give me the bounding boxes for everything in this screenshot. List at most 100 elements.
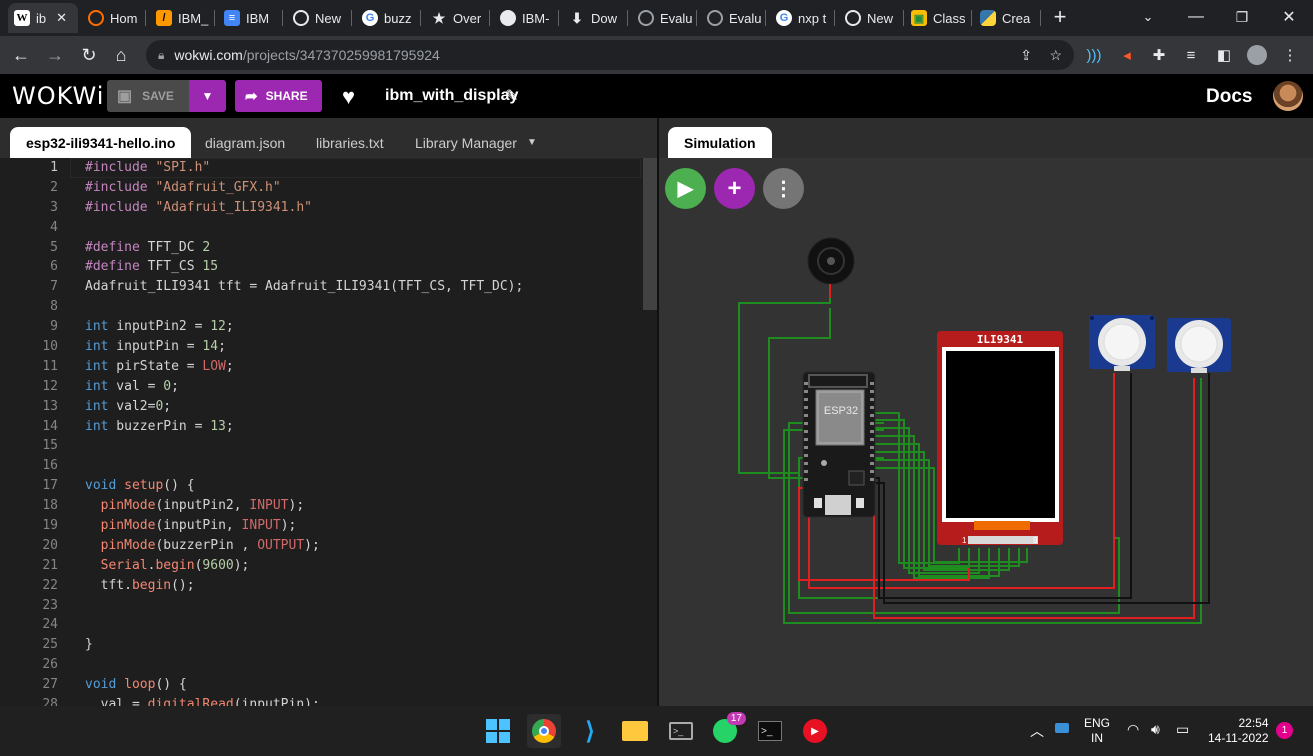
avatar[interactable] (1273, 81, 1303, 111)
battery-icon[interactable]: ▭ (1176, 721, 1189, 738)
esp32-board[interactable]: ESP32 (802, 371, 876, 518)
tray-overflow-chevron-icon[interactable]: ︿ (1030, 721, 1044, 741)
menu-kebab-icon[interactable]: ⋮ (1277, 42, 1303, 68)
play-circle-icon: ▶ (803, 719, 827, 743)
line-number: 21 (42, 557, 58, 573)
back-icon[interactable]: ← (8, 42, 34, 68)
clock[interactable]: 22:54 14-11-2022 (1208, 716, 1269, 746)
browser-tab[interactable]: New (839, 3, 901, 33)
like-heart-icon[interactable]: ♥ (342, 84, 355, 110)
restore-icon[interactable]: ❐ (1227, 4, 1257, 30)
pir-sensor-2[interactable] (1167, 318, 1231, 373)
language-indicator[interactable]: ENG IN (1084, 716, 1110, 746)
code-editor[interactable]: 1 2 3 4 5 6 7 8 9 10 11 12 13 14 15 16 1… (0, 158, 657, 706)
tray-app-icon[interactable] (1055, 723, 1069, 733)
share-button[interactable]: ➦ SHARE (235, 80, 322, 112)
wokwi-logo[interactable]: WOKWi (12, 82, 104, 110)
clock-time: 22:54 (1238, 716, 1269, 730)
media-queue-icon[interactable]: ≡ (1178, 42, 1204, 68)
docs-link[interactable]: Docs (1206, 86, 1252, 108)
pir-sensor-1[interactable] (1089, 315, 1155, 371)
browser-tab[interactable]: Crea (974, 3, 1038, 33)
home-icon (88, 10, 104, 26)
ili9341-display[interactable]: ILI9341 1 9 (937, 331, 1063, 545)
taskbar-vscode[interactable]: ⟩ (573, 714, 607, 748)
profile-icon[interactable] (1244, 42, 1270, 68)
address-bar[interactable]: 🔒︎ wokwi.com/projects/347370259981795924… (146, 40, 1074, 70)
browser-tab[interactable]: ★ Over (425, 3, 487, 33)
whatsapp-badge: 17 (726, 712, 746, 725)
browser-tab[interactable]: ⬇ Dow (563, 3, 625, 33)
side-panel-icon[interactable]: ◧ (1211, 42, 1237, 68)
volume-icon[interactable]: 🔊︎ (1151, 721, 1160, 738)
browser-tab[interactable]: IBM- (494, 3, 556, 33)
taskbar-terminal[interactable]: >_ (664, 714, 698, 748)
project-name[interactable]: ibm_with_display (385, 87, 518, 105)
line-number: 15 (42, 438, 58, 454)
forward-icon[interactable]: → (42, 42, 68, 68)
tab-title: Evalu (729, 10, 762, 26)
tab-library-manager[interactable]: Library Manager (399, 127, 533, 158)
browser-tab[interactable]: / IBM_ (150, 3, 212, 33)
pencil-icon[interactable]: ✎ (505, 86, 518, 106)
editor-scrollbar[interactable] (643, 158, 657, 706)
circuit-diagram: ESP32 ILI9341 1 9 (738, 237, 1231, 624)
browser-toolbar: ← → ↻ ⌂ 🔒︎ wokwi.com/projects/3473702599… (0, 36, 1313, 74)
reload-icon[interactable]: ↻ (76, 42, 102, 68)
home-icon[interactable]: ⌂ (108, 42, 134, 68)
save-button[interactable]: ▣ SAVE (107, 80, 189, 112)
scrollbar-thumb[interactable] (643, 158, 657, 310)
browser-tab[interactable]: Evalu (632, 3, 694, 33)
tab-libraries-txt[interactable]: libraries.txt (300, 127, 400, 158)
taskbar-media-player[interactable]: ▶ (798, 714, 832, 748)
extensions-puzzle-icon[interactable]: ✚ (1146, 42, 1172, 68)
wokwi-header: WOKWi ▣ SAVE ▼ ➦ SHARE ♥ ibm_with_displa… (0, 74, 1313, 118)
close-tab-icon[interactable]: ✕ (56, 10, 67, 26)
browser-tab[interactable]: G buzz (356, 3, 418, 33)
taskbar-file-explorer[interactable] (618, 714, 652, 748)
google-icon: G (776, 10, 792, 26)
browser-tab[interactable]: ≡ IBM (218, 3, 280, 33)
close-window-icon[interactable]: ✕ (1274, 4, 1304, 30)
extension-wave-icon[interactable]: ))) (1081, 42, 1107, 68)
wifi-icon[interactable]: ◠ (1127, 721, 1139, 738)
tab-separator (971, 10, 972, 26)
tab-title: Class (933, 10, 966, 26)
chrome-icon (845, 10, 861, 26)
tabs-overflow-caret-icon[interactable]: ▼ (521, 127, 543, 158)
line-number-gutter: 1 2 3 4 5 6 7 8 9 10 11 12 13 14 15 16 1… (0, 158, 70, 706)
code-line: int buzzerPin = 13; (85, 418, 234, 434)
tab-search-icon[interactable]: ⌄ (1133, 4, 1163, 30)
line-number: 23 (42, 597, 58, 613)
notification-badge[interactable]: 1 (1276, 722, 1293, 739)
tab-sketch-file[interactable]: esp32-ili9341-hello.ino (10, 127, 192, 158)
share-page-icon[interactable]: ⇪ (1020, 47, 1032, 64)
buzzer[interactable] (807, 237, 855, 293)
browser-tab[interactable]: W ib ✕ (8, 3, 78, 33)
browser-tab[interactable]: Hom (82, 3, 144, 33)
simulation-canvas[interactable]: ▶ + ⋮ ESP32 ILI9341 1 9 (659, 158, 1313, 706)
minimize-icon[interactable]: — (1181, 4, 1211, 30)
line-number: 26 (42, 657, 58, 673)
line-number: 28 (42, 697, 58, 706)
bookmark-star-icon[interactable]: ☆ (1049, 47, 1062, 64)
line-number: 22 (42, 577, 58, 593)
browser-tab[interactable]: ▣ Class (905, 3, 969, 33)
chrome-icon (293, 10, 309, 26)
start-menu-button[interactable] (481, 714, 515, 748)
code-line: val = digitalRead(inputPin); (85, 697, 320, 706)
taskbar-whatsapp[interactable]: 17 (708, 712, 746, 748)
globe-icon (707, 10, 723, 26)
tab-simulation[interactable]: Simulation (668, 127, 772, 158)
extension-arrow-icon[interactable]: ◂ (1114, 42, 1140, 68)
browser-tab[interactable]: Evalu (701, 3, 763, 33)
browser-tab[interactable]: G nxp t (770, 3, 832, 33)
new-tab-icon[interactable]: + (1045, 4, 1075, 30)
taskbar-chrome[interactable] (527, 714, 561, 748)
tab-diagram-json[interactable]: diagram.json (189, 127, 301, 158)
save-dropdown-button[interactable]: ▼ (189, 80, 226, 112)
taskbar-command-prompt[interactable]: >_ (753, 714, 787, 748)
browser-tab[interactable]: New (287, 3, 349, 33)
code-line: int inputPin2 = 12; (85, 319, 234, 335)
